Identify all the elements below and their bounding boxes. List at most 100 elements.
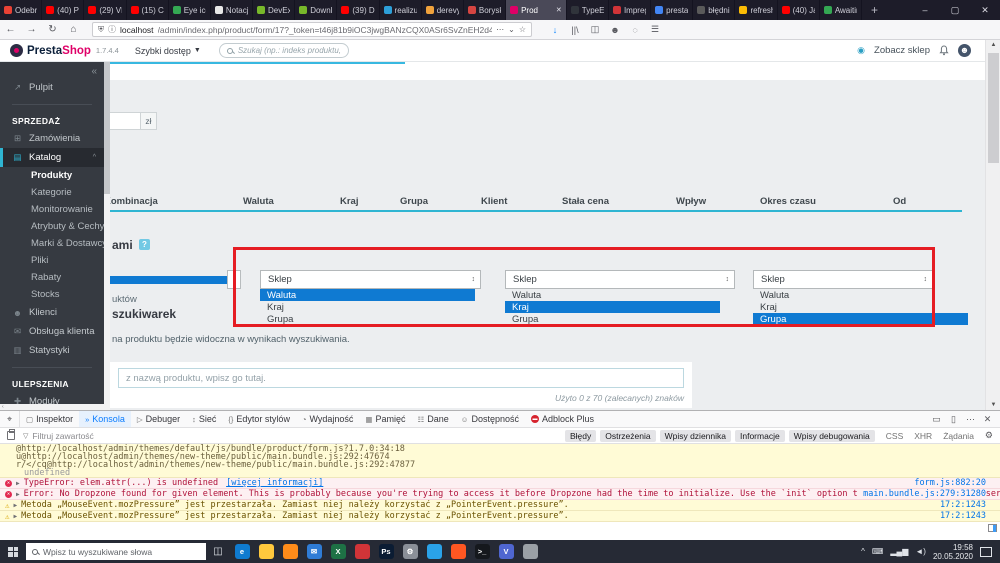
sidebar-item-zamówienia[interactable]: ⊞Zamówienia xyxy=(0,129,104,148)
source-link[interactable]: 17:2:1243 xyxy=(934,500,986,510)
browser-tab[interactable]: refresh xyxy=(735,0,777,20)
shop-select[interactable]: Sklep↕ xyxy=(260,270,481,289)
sidebar-subitem-marki-dostawcy[interactable]: Marki & Dostawcy xyxy=(0,235,104,252)
scroll-down-icon[interactable]: ▼ xyxy=(986,402,1000,408)
expand-caret-icon[interactable]: ▶ xyxy=(16,480,20,487)
admin-search-bar[interactable]: Szukaj (np.: indeks produktu, nazwa klie xyxy=(219,43,349,58)
devtools-close-icon[interactable]: ✕ xyxy=(979,414,996,425)
profile-avatar[interactable]: ☻ xyxy=(958,44,971,57)
browser-tab[interactable]: błędnie xyxy=(693,0,735,20)
volume-icon[interactable]: ◄) xyxy=(915,547,926,556)
taskbar-search-input[interactable] xyxy=(43,547,193,557)
browser-tab[interactable]: DevExp xyxy=(253,0,295,20)
devtools-tab-dane[interactable]: ☷Dane xyxy=(412,411,455,427)
filter-pill-informacje[interactable]: Informacje xyxy=(735,430,785,442)
shop-select[interactable]: Sklep↕ xyxy=(753,270,933,289)
shield-icon[interactable]: ⛨ xyxy=(98,25,104,35)
taskbar-app-edge[interactable]: e xyxy=(230,540,254,563)
sidebar-subitem-kategorie[interactable]: Kategorie xyxy=(0,184,104,201)
console-filter-input[interactable] xyxy=(32,431,561,441)
type-filter-css[interactable]: CSS xyxy=(886,431,903,441)
select-option-kraj[interactable]: Kraj xyxy=(260,301,481,313)
sidebar-item-katalog[interactable]: ▤Katalog^ xyxy=(0,148,104,167)
sidebar-subitem-produkty[interactable]: Produkty xyxy=(0,167,104,184)
sidebar-subitem-stocks[interactable]: Stocks xyxy=(0,286,104,303)
shop-select-partial[interactable]: ↕ xyxy=(227,270,241,289)
browser-tab[interactable]: (40) P1 xyxy=(42,0,84,20)
sidebar-item-pulpit[interactable]: ↗Pulpit xyxy=(0,78,104,97)
window-maximize-button[interactable]: ▢ xyxy=(940,0,970,20)
forward-icon[interactable]: → xyxy=(21,24,42,35)
taskbar-app-settings[interactable]: ⚙ xyxy=(398,540,422,563)
browser-tab[interactable]: realizu xyxy=(380,0,422,20)
page-scrollbar[interactable]: ▲ ▼ xyxy=(985,40,1000,410)
devtools-tab-konsola[interactable]: »Konsola xyxy=(79,411,131,427)
select-option-kraj[interactable]: Kraj xyxy=(505,301,720,313)
sidebar-subitem-pliki[interactable]: Pliki xyxy=(0,252,104,269)
info-icon[interactable]: ⓘ xyxy=(108,24,116,35)
taskbar-app-gimp[interactable] xyxy=(518,540,542,563)
bell-icon[interactable] xyxy=(939,45,949,56)
downloads-icon[interactable]: ↓ xyxy=(546,25,564,35)
pocket-icon[interactable]: ⌄ xyxy=(508,25,515,34)
browser-tab[interactable]: Odebra xyxy=(0,0,42,20)
scrollbar-thumb[interactable] xyxy=(104,62,110,194)
seo-title-input[interactable] xyxy=(118,368,684,388)
type-filter-żądania[interactable]: Żądania xyxy=(943,431,974,441)
devtools-tab-pamięć[interactable]: ▦Pamięć xyxy=(359,411,411,427)
taskbar-app-visualstudio[interactable]: V xyxy=(494,540,518,563)
expand-caret-icon[interactable]: ▶ xyxy=(14,502,18,509)
source-link[interactable]: 17:2:1243 xyxy=(934,511,986,521)
taskbar-clock[interactable]: 19:58 20.05.2020 xyxy=(933,543,973,561)
more-icon[interactable]: ⋯ xyxy=(496,25,504,34)
window-close-button[interactable]: ✕ xyxy=(970,0,1000,20)
devtools-tab-inspektor[interactable]: ▢Inspektor xyxy=(20,411,79,427)
browser-tab[interactable]: Notacja xyxy=(211,0,253,20)
reload-icon[interactable]: ↻ xyxy=(42,24,63,35)
sidebar-item-obsługa-klienta[interactable]: ✉Obsługa klienta xyxy=(0,322,104,341)
bookmark-star-icon[interactable]: ☆ xyxy=(519,25,526,34)
keyboard-icon[interactable]: ⌨ xyxy=(872,547,884,556)
browser-tab[interactable]: TypeEm xyxy=(567,0,609,20)
meatball-menu-icon[interactable]: ⋯ xyxy=(962,414,979,425)
browser-tab[interactable]: Downlo xyxy=(295,0,337,20)
sidebar-vertical-scrollbar[interactable] xyxy=(104,62,110,404)
taskbar-search[interactable] xyxy=(26,543,206,560)
filter-pill-ostrzeżenia[interactable]: Ostrzeżenia xyxy=(600,430,655,442)
quick-access-button[interactable]: Szybki dostęp xyxy=(135,46,191,56)
sidebar-item-klienci[interactable]: ☻Klienci xyxy=(0,303,104,322)
account-icon[interactable]: ☻ xyxy=(606,25,624,35)
taskbar-app-mail[interactable]: ✉ xyxy=(302,540,326,563)
browser-tab[interactable]: Impreg xyxy=(609,0,651,20)
taskbar-app-vscode[interactable] xyxy=(422,540,446,563)
sidebar-subitem-monitorowanie[interactable]: Monitorowanie xyxy=(0,201,104,218)
select-option-waluta[interactable]: Waluta xyxy=(505,289,735,301)
tray-expand-icon[interactable]: ^ xyxy=(861,547,865,556)
view-shop-link[interactable]: Zobacz sklep xyxy=(874,45,930,56)
select-option-grupa[interactable]: Grupa xyxy=(753,313,968,325)
browser-tab[interactable]: Boryski xyxy=(464,0,506,20)
tab-close-icon[interactable]: ✕ xyxy=(556,6,562,14)
device-icon[interactable]: ▯ xyxy=(945,414,962,425)
start-button[interactable] xyxy=(0,547,26,557)
devtools-tab-edytor-stylów[interactable]: {}Edytor stylów xyxy=(222,411,296,427)
taskbar-app-photoshop[interactable]: Ps xyxy=(374,540,398,563)
source-link[interactable]: main.bundle.js:279:31280 xyxy=(857,489,986,499)
taskbar-app-app-red[interactable] xyxy=(350,540,374,563)
devtools-tab-dostępność[interactable]: ☺Dostępność xyxy=(455,411,525,427)
back-icon[interactable]: ← xyxy=(0,24,21,35)
network-icon[interactable]: ▂▄▆ xyxy=(890,547,908,556)
browser-tab[interactable]: (29) VB xyxy=(84,0,126,20)
filter-pill-błędy[interactable]: Błędy xyxy=(565,430,596,442)
help-icon[interactable]: ? xyxy=(139,239,150,250)
responsive-mode-icon[interactable]: ▭ xyxy=(928,414,945,425)
scrollbar-thumb[interactable] xyxy=(988,53,999,163)
taskbar-app-excel[interactable]: X xyxy=(326,540,350,563)
split-console-icon[interactable] xyxy=(988,524,997,532)
browser-tab[interactable]: (39) De xyxy=(337,0,379,20)
select-option-kraj[interactable]: Kraj xyxy=(753,301,933,313)
gear-icon[interactable]: ⚙ xyxy=(985,430,993,441)
sidebar-collapse-icon[interactable]: « xyxy=(91,66,97,77)
browser-tab[interactable]: Prod✕ xyxy=(506,0,567,20)
taskbar-app-terminal[interactable]: >_ xyxy=(470,540,494,563)
